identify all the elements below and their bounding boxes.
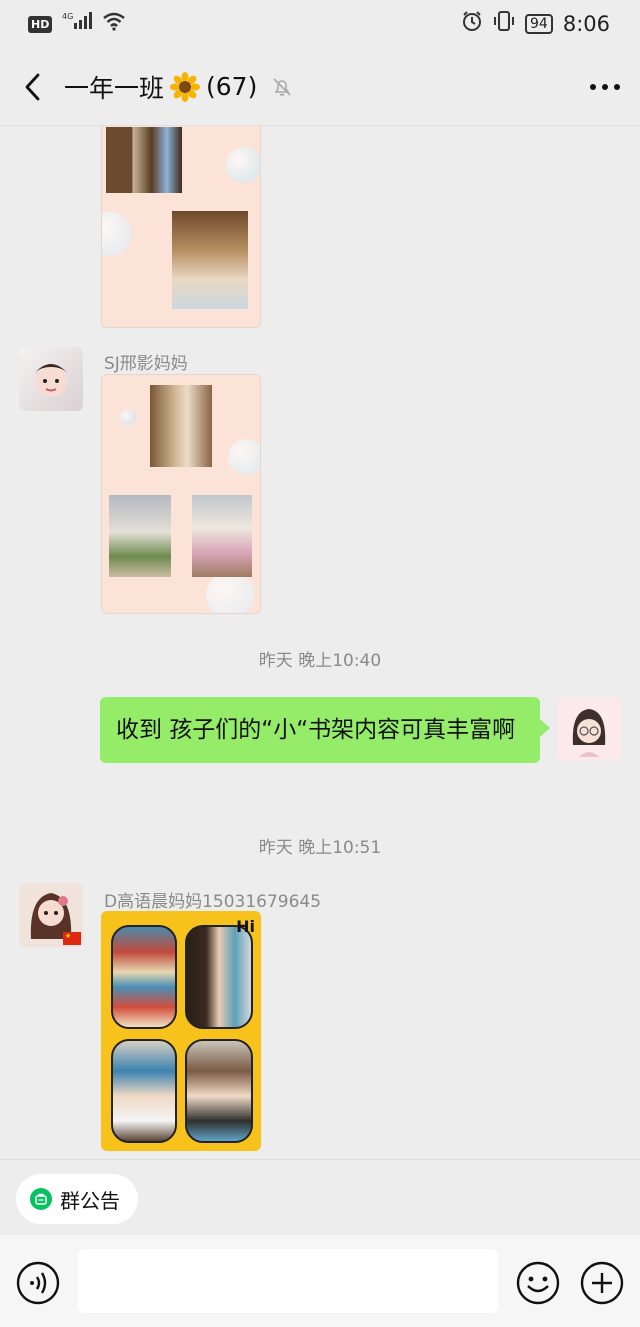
more-button[interactable] xyxy=(590,48,620,126)
svg-text:4G: 4G xyxy=(62,12,73,21)
text-message-self[interactable]: 收到 孩子们的“小“书架内容可真丰富啊 xyxy=(100,697,550,763)
notice-label: 群公告 xyxy=(60,1188,120,1213)
photo-girl-reading-1 xyxy=(111,1039,177,1143)
hi-sticker-icon: Hi xyxy=(236,917,255,936)
chat-title[interactable]: 一年一班 (67) xyxy=(64,69,293,105)
decor-bubble xyxy=(120,409,136,425)
voice-icon xyxy=(16,1261,60,1305)
chat-header: 一年一班 (67) xyxy=(0,48,640,126)
message-list[interactable]: SJ邢影妈妈 昨天 晚上10:40 收到 孩子们的“小“书架内容可真丰富啊 昨天… xyxy=(0,126,640,1159)
self-avatar[interactable] xyxy=(557,697,621,761)
image-message[interactable] xyxy=(101,374,261,614)
emoji-icon xyxy=(516,1261,560,1305)
photo-bookshelf xyxy=(111,925,177,1029)
avatar[interactable] xyxy=(19,347,83,411)
plus-button[interactable] xyxy=(580,1261,624,1309)
mute-bell-icon xyxy=(273,77,291,96)
signal-icon: 4G xyxy=(62,11,93,37)
emoji-button[interactable] xyxy=(516,1261,560,1309)
timestamp: 昨天 晚上10:40 xyxy=(258,651,382,671)
group-notice-button[interactable]: 群公告 xyxy=(16,1174,138,1224)
notice-bar: 群公告 xyxy=(0,1159,640,1235)
status-right: 94 8:06 xyxy=(461,10,610,38)
photo-girl-reading-2 xyxy=(185,1039,253,1143)
timestamp: 昨天 晚上10:51 xyxy=(258,838,382,858)
status-time: 8:06 xyxy=(562,12,610,36)
photo-girl-standing xyxy=(109,495,171,577)
message-input[interactable] xyxy=(78,1249,498,1313)
status-left: HD 4G xyxy=(28,11,126,37)
decor-bubble xyxy=(226,147,260,183)
photo-girl-at-shelf xyxy=(185,925,253,1029)
more-dots-icon xyxy=(590,84,620,90)
sunflower-emoji xyxy=(170,71,201,102)
back-arrow-icon xyxy=(25,73,40,100)
status-bar: HD 4G 94 8:06 xyxy=(0,0,640,48)
vibrate-icon xyxy=(493,10,515,38)
notice-icon xyxy=(30,1188,52,1210)
plus-icon xyxy=(580,1261,624,1305)
photo-girl-reading xyxy=(150,385,212,467)
decor-bubble xyxy=(102,212,132,256)
alarm-icon xyxy=(461,10,483,38)
illustrated-woman-icon xyxy=(572,709,606,757)
child-face-icon xyxy=(33,364,69,397)
voice-button[interactable] xyxy=(16,1261,60,1309)
decor-bubble xyxy=(228,439,260,475)
battery-indicator: 94 xyxy=(525,14,553,34)
back-button[interactable] xyxy=(0,48,64,126)
input-bar xyxy=(0,1235,640,1327)
decor-bubble xyxy=(206,571,254,613)
sender-name: SJ邢影妈妈 xyxy=(104,354,188,374)
photo-girl-bookshelf xyxy=(106,127,182,193)
avatar[interactable]: ★ xyxy=(19,883,83,947)
flag-icon: ★ xyxy=(63,932,81,945)
image-message[interactable]: Hi xyxy=(101,911,261,1151)
wifi-icon xyxy=(102,11,126,37)
image-message[interactable] xyxy=(101,126,261,328)
photo-girl-holding-book xyxy=(172,211,248,309)
group-name: 一年一班 xyxy=(64,73,165,103)
hd-badge: HD xyxy=(28,15,53,33)
member-count: (67) xyxy=(206,72,258,101)
photo-girl-sitting xyxy=(192,495,252,577)
sender-name: D高语晨妈妈15031679645 xyxy=(104,892,322,912)
